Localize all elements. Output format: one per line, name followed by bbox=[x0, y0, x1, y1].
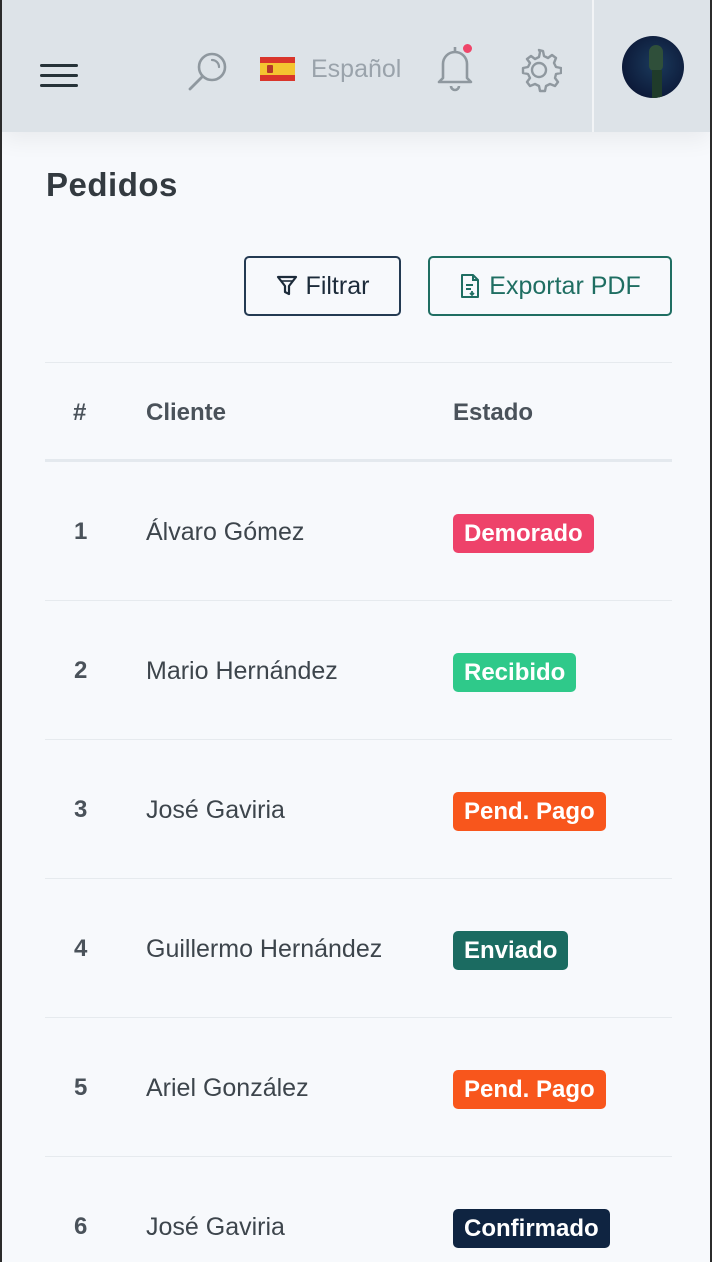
column-header-status: Estado bbox=[453, 399, 534, 426]
table-header: # Cliente Estado bbox=[45, 362, 672, 462]
menu-icon[interactable] bbox=[40, 64, 78, 90]
row-number: 4 bbox=[74, 935, 88, 962]
page-title: Pedidos bbox=[46, 166, 178, 203]
status-badge: Demorado bbox=[453, 514, 594, 553]
table-row[interactable]: 6 José Gaviria Confirmado bbox=[45, 1157, 672, 1262]
client-name: Guillermo Hernández bbox=[146, 935, 383, 963]
client-name: Ariel González bbox=[146, 1074, 309, 1102]
export-pdf-button[interactable]: Exportar PDF bbox=[428, 256, 672, 316]
orders-table: # Cliente Estado 1 Álvaro Gómez Demorado… bbox=[45, 362, 672, 1262]
status-badge: Enviado bbox=[453, 931, 569, 970]
notification-dot bbox=[461, 42, 474, 55]
language-selector[interactable]: Español bbox=[260, 52, 401, 86]
status-badge: Recibido bbox=[453, 653, 577, 692]
filter-button-label: Filtrar bbox=[305, 271, 370, 300]
notifications-button[interactable] bbox=[434, 42, 478, 92]
table-row[interactable]: 1 Álvaro Gómez Demorado bbox=[45, 462, 672, 601]
app-frame: Español Pedidos Filtrar Exportar PDF # C… bbox=[0, 0, 712, 1262]
status-badge: Pend. Pago bbox=[453, 1070, 606, 1109]
table-row[interactable]: 4 Guillermo Hernández Enviado bbox=[45, 879, 672, 1018]
row-number: 1 bbox=[74, 518, 88, 545]
table-row[interactable]: 5 Ariel González Pend. Pago bbox=[45, 1018, 672, 1157]
client-name: Mario Hernández bbox=[146, 657, 338, 685]
row-number: 2 bbox=[74, 657, 88, 684]
gear-icon[interactable] bbox=[516, 47, 563, 93]
search-icon[interactable] bbox=[186, 50, 230, 94]
table-row[interactable]: 3 José Gaviria Pend. Pago bbox=[45, 740, 672, 879]
status-badge: Pend. Pago bbox=[453, 792, 606, 831]
export-button-label: Exportar PDF bbox=[489, 271, 641, 300]
row-number: 5 bbox=[74, 1074, 88, 1101]
row-number: 6 bbox=[74, 1213, 88, 1240]
top-navbar: Español bbox=[2, 0, 710, 132]
language-label: Español bbox=[311, 54, 402, 83]
status-badge: Confirmado bbox=[453, 1209, 610, 1248]
table-row[interactable]: 2 Mario Hernández Recibido bbox=[45, 601, 672, 740]
filter-icon bbox=[276, 275, 297, 296]
client-name: José Gaviria bbox=[146, 1213, 285, 1241]
spain-flag-icon bbox=[260, 57, 295, 81]
file-export-icon bbox=[461, 274, 480, 298]
client-name: Álvaro Gómez bbox=[146, 518, 305, 546]
filter-button[interactable]: Filtrar bbox=[244, 256, 401, 316]
column-header-number: # bbox=[73, 399, 87, 426]
column-header-client: Cliente bbox=[146, 399, 227, 426]
header-divider bbox=[592, 0, 594, 132]
client-name: José Gaviria bbox=[146, 796, 285, 824]
row-number: 3 bbox=[74, 796, 88, 823]
avatar[interactable] bbox=[622, 36, 684, 98]
